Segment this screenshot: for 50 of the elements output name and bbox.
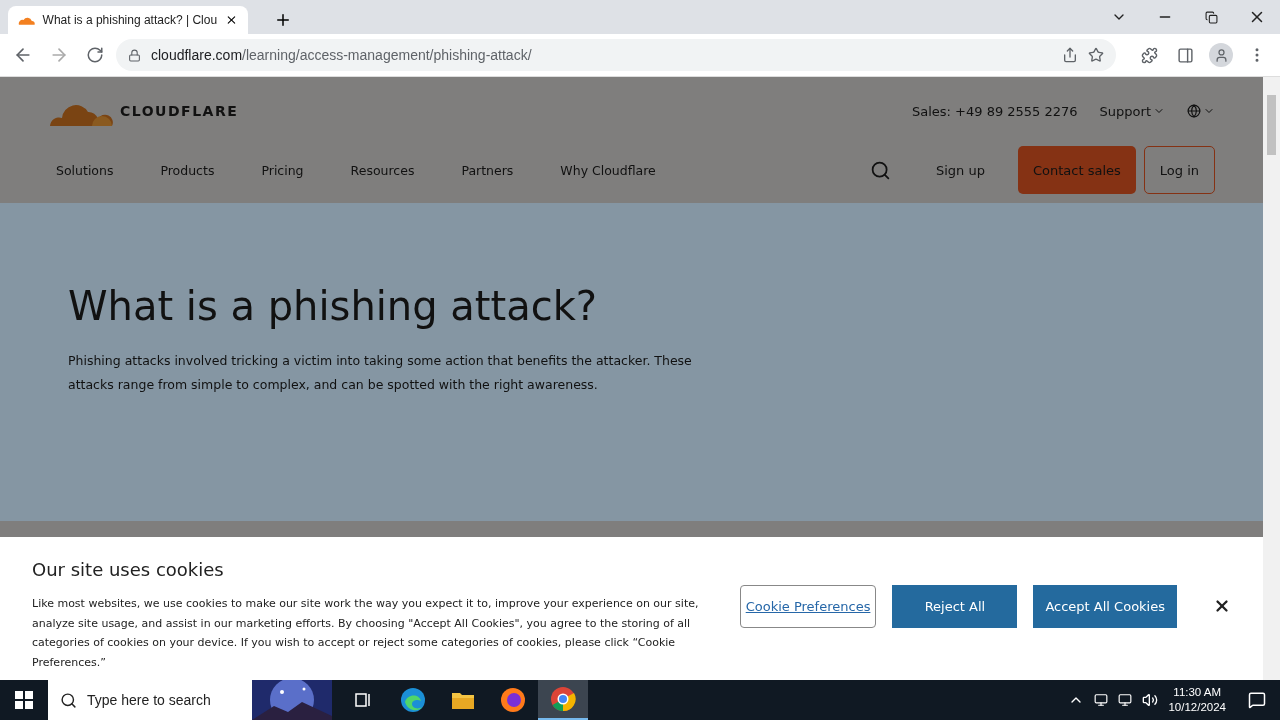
nav-link[interactable]: Why Cloudflare: [560, 162, 656, 178]
nav-link[interactable]: Products: [160, 162, 215, 178]
nav-link[interactable]: Pricing: [261, 162, 304, 178]
support-menu[interactable]: Support: [1099, 103, 1165, 119]
bookmark-star-icon[interactable]: [1088, 47, 1104, 63]
search-icon[interactable]: [869, 159, 891, 181]
firefox-icon: [500, 687, 526, 713]
page-title: What is a phishing attack?: [68, 283, 599, 329]
url-text: cloudflare.com/learning/access-management/phishing-attack/: [151, 47, 533, 63]
cookie-text: Like most websites, we use cookies to make our site work the way you expect it to, improve your experience on our site, analyze site usage, and assist in our marketing efforts. By choosing "Accept All Cookies", you agree to the storing of all categories of cookies on your device. If you wish to accept or reject some categories of cookies, please click “Cookie Preferences.”: [32, 596, 700, 671]
cloud-icon: [18, 15, 35, 25]
clock[interactable]: 11:30 AM 10/12/2024: [1168, 685, 1226, 715]
task-view-icon: [353, 690, 373, 710]
scrollbar-thumb[interactable]: [1267, 95, 1276, 155]
log-in-button[interactable]: Log in: [1143, 146, 1215, 194]
profile-avatar[interactable]: [1209, 43, 1233, 67]
notifications-icon[interactable]: [1248, 691, 1266, 709]
cookie-preferences-link[interactable]: Cookie Preferences: [739, 585, 877, 628]
sign-up-link[interactable]: Sign up: [920, 146, 1000, 194]
search-icon: [60, 691, 77, 709]
extensions-icon[interactable]: [1140, 46, 1158, 64]
lead-text: Phishing attacks involved tricking a victim into taking some action that benefits the attacker. These attacks range from simple to complex, and can be spotted with the right awareness.: [68, 352, 693, 394]
taskbar-search-field[interactable]: Type here to search: [48, 680, 332, 720]
close-icon[interactable]: [1213, 597, 1231, 615]
restore-icon[interactable]: [1204, 10, 1218, 24]
nav-link[interactable]: Solutions: [56, 162, 114, 178]
share-icon[interactable]: [1062, 47, 1078, 63]
address-bar[interactable]: cloudflare.com/learning/access-management/phishing-attack/: [116, 39, 1116, 71]
cookie-button[interactable]: Accept All Cookies: [1033, 585, 1177, 628]
volume-icon[interactable]: [1142, 692, 1159, 708]
side-panel-icon[interactable]: [1176, 46, 1194, 64]
sales-phone: Sales: +49 89 2555 2276: [911, 103, 1078, 119]
windows-start-icon[interactable]: [15, 691, 33, 709]
nav-link[interactable]: Partners: [461, 162, 514, 178]
edge-icon: [400, 687, 426, 713]
lock-icon: [128, 48, 141, 62]
globe-icon[interactable]: [1187, 104, 1201, 118]
close-icon[interactable]: [225, 13, 238, 27]
reload-icon[interactable]: [86, 46, 104, 64]
tab-title: What is a phishing attack? | Clou: [42, 13, 218, 27]
chrome-icon: [550, 686, 576, 712]
new-tab-icon[interactable]: [274, 11, 292, 29]
cookie-button[interactable]: Reject All: [892, 585, 1018, 628]
cookie-title: Our site uses cookies: [32, 559, 225, 580]
folder-icon: [451, 690, 475, 710]
browser-tab[interactable]: What is a phishing attack? | Clou: [8, 6, 248, 34]
logo-text: CLOUDFLARE: [120, 103, 239, 119]
device-icon[interactable]: [1094, 693, 1109, 707]
taskbar-app[interactable]: [538, 680, 588, 720]
nav-link[interactable]: Resources: [350, 162, 415, 178]
